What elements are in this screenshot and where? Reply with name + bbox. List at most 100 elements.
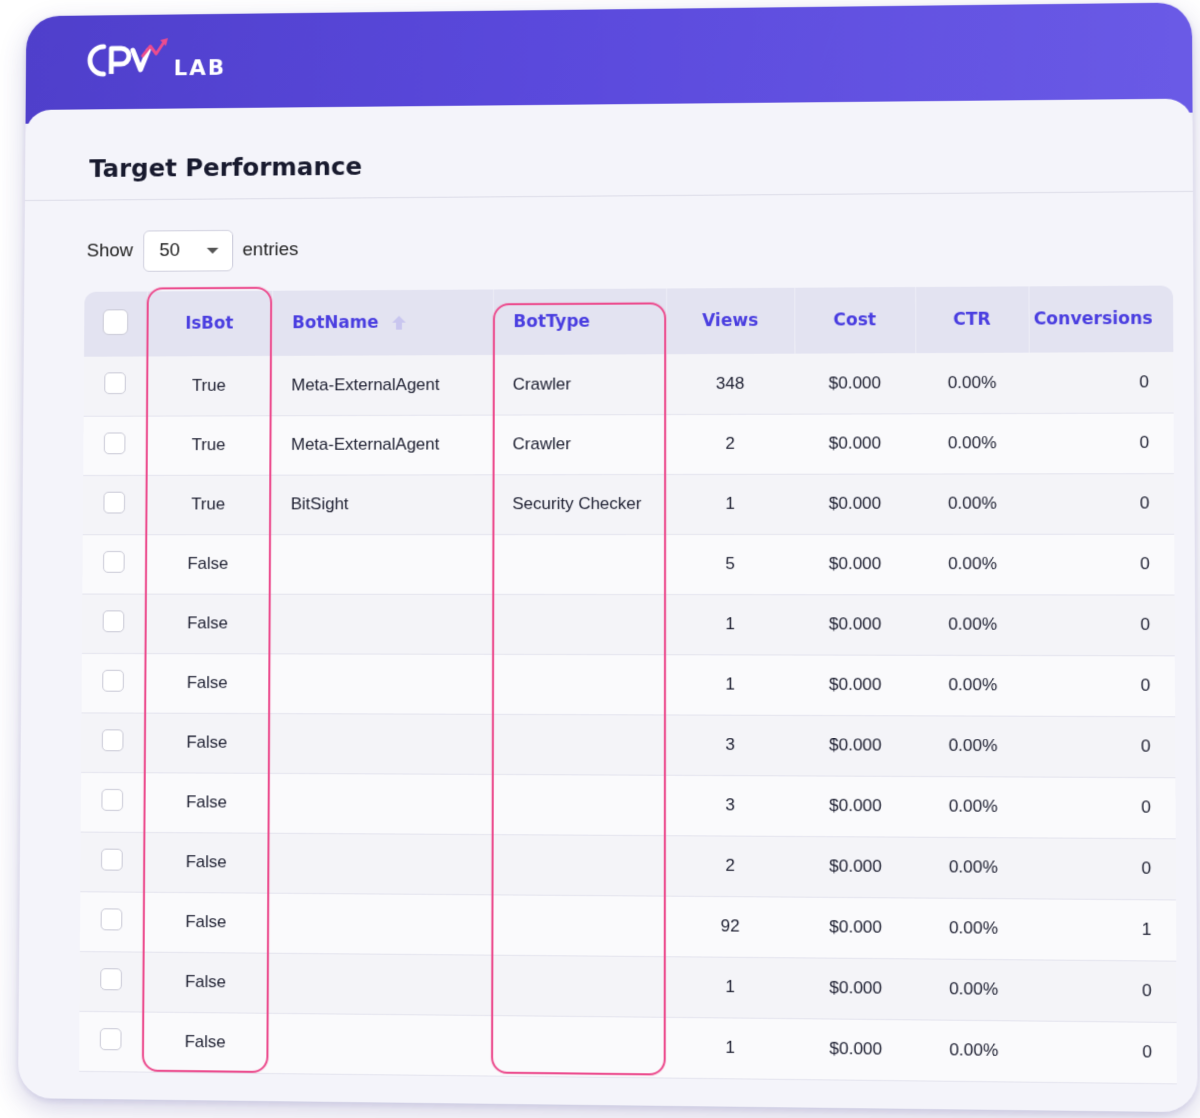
cell-bottype bbox=[492, 593, 666, 655]
column-header-ctr[interactable]: CTR bbox=[915, 286, 1029, 354]
row-checkbox[interactable] bbox=[100, 907, 123, 930]
screenshot-stage: LAB Target Performance Show 50 entries I… bbox=[0, 0, 1200, 1118]
table-row[interactable]: False 1 $0.000 0.00% 0 bbox=[81, 593, 1175, 656]
cell-bottype: Security Checker bbox=[492, 473, 667, 535]
cell-conversions: 0 bbox=[1029, 533, 1175, 595]
table-row[interactable]: True Meta-ExternalAgent Crawler 348 $0.000 0.… bbox=[83, 352, 1174, 416]
cell-views: 2 bbox=[666, 413, 795, 474]
cell-bottype bbox=[491, 713, 666, 775]
row-checkbox[interactable] bbox=[103, 550, 125, 573]
row-checkbox[interactable] bbox=[102, 609, 125, 632]
row-select-cell bbox=[79, 951, 143, 1012]
table-row[interactable]: False 1 $0.000 0.00% 0 bbox=[81, 652, 1176, 717]
table-row[interactable]: True Meta-ExternalAgent Crawler 2 $0.000 0.00… bbox=[83, 412, 1174, 476]
cell-conversions: 0 bbox=[1029, 473, 1175, 534]
cell-botname bbox=[269, 772, 492, 835]
table-row[interactable]: True BitSight Security Checker 1 $0.000 0.00%… bbox=[82, 473, 1175, 535]
cell-cost: $0.000 bbox=[794, 594, 916, 655]
table-row[interactable]: False 1 $0.000 0.00% 0 bbox=[79, 1010, 1177, 1084]
row-checkbox[interactable] bbox=[104, 372, 126, 395]
cell-views: 1 bbox=[665, 1016, 795, 1080]
cell-ctr: 0.00% bbox=[915, 352, 1029, 414]
cell-bottype: Crawler bbox=[492, 354, 667, 415]
column-header-botname[interactable]: BotName bbox=[271, 289, 494, 356]
row-select-cell bbox=[82, 474, 146, 535]
cell-isbot: False bbox=[143, 831, 270, 893]
table-row[interactable]: False 2 $0.000 0.00% 0 bbox=[80, 831, 1176, 900]
select-all-checkbox[interactable] bbox=[102, 308, 128, 335]
cell-conversions: 0 bbox=[1029, 594, 1175, 656]
cell-bottype bbox=[491, 653, 666, 715]
cell-cost: $0.000 bbox=[794, 714, 917, 776]
cell-bottype bbox=[491, 1015, 666, 1078]
row-select-cell bbox=[80, 831, 144, 892]
entries-per-page-value: 50 bbox=[159, 240, 181, 261]
table-row[interactable]: False 92 $0.000 0.00% 1 bbox=[79, 891, 1177, 961]
cell-cost: $0.000 bbox=[794, 835, 917, 898]
cell-views: 1 bbox=[665, 594, 795, 655]
cell-conversions: 0 bbox=[1029, 715, 1176, 778]
row-select-cell bbox=[79, 1010, 143, 1072]
cell-views: 1 bbox=[666, 473, 795, 534]
cell-cost: $0.000 bbox=[794, 353, 916, 414]
cell-conversions: 0 bbox=[1030, 1020, 1177, 1084]
column-header-bottype[interactable]: BotType bbox=[492, 288, 667, 355]
row-select-cell bbox=[83, 356, 147, 416]
cell-isbot: True bbox=[145, 415, 272, 475]
column-header-isbot[interactable]: IsBot bbox=[146, 290, 273, 357]
table-body: True Meta-ExternalAgent Crawler 348 $0.000 0.… bbox=[79, 352, 1177, 1084]
cell-isbot: False bbox=[143, 712, 271, 773]
column-header-conversions[interactable]: Conversions bbox=[1028, 285, 1174, 353]
cell-views: 2 bbox=[665, 835, 795, 897]
length-prefix-label: Show bbox=[86, 240, 134, 262]
column-header-cost[interactable]: Cost bbox=[794, 287, 916, 354]
table-row[interactable]: False 1 $0.000 0.00% 0 bbox=[79, 951, 1177, 1022]
cell-views: 5 bbox=[665, 533, 795, 595]
arrow-up-icon bbox=[392, 315, 407, 330]
row-checkbox[interactable] bbox=[99, 1027, 122, 1050]
cell-botname bbox=[268, 952, 492, 1016]
row-select-cell bbox=[79, 891, 144, 952]
row-checkbox[interactable] bbox=[101, 728, 124, 751]
cell-conversions: 0 bbox=[1030, 959, 1177, 1022]
cell-cost: $0.000 bbox=[794, 473, 916, 534]
cell-views: 1 bbox=[665, 956, 795, 1019]
table-row[interactable]: False 3 $0.000 0.00% 0 bbox=[80, 771, 1176, 839]
cell-cost: $0.000 bbox=[794, 1018, 917, 1081]
cell-views: 92 bbox=[665, 895, 795, 958]
cell-bottype bbox=[491, 834, 666, 896]
cell-botname: Meta-ExternalAgent bbox=[271, 354, 493, 416]
app-window: LAB Target Performance Show 50 entries I… bbox=[18, 2, 1198, 1113]
cell-cost: $0.000 bbox=[794, 654, 917, 716]
table-header-row: IsBot BotName BotType Views Cost CTR Con… bbox=[84, 285, 1174, 357]
cell-ctr: 0.00% bbox=[916, 836, 1031, 899]
cell-conversions: 0 bbox=[1030, 776, 1176, 839]
brand-logo[interactable]: LAB bbox=[82, 35, 226, 84]
cell-botname bbox=[270, 653, 493, 714]
cell-botname: Meta-ExternalAgent bbox=[271, 414, 493, 475]
cell-ctr: 0.00% bbox=[915, 594, 1030, 656]
row-checkbox[interactable] bbox=[102, 669, 124, 692]
row-checkbox[interactable] bbox=[101, 788, 124, 811]
cell-botname bbox=[270, 593, 493, 654]
cell-bottype bbox=[492, 533, 667, 595]
cell-views: 3 bbox=[665, 714, 795, 776]
row-select-cell bbox=[80, 771, 144, 832]
row-checkbox[interactable] bbox=[100, 967, 122, 990]
column-header-views[interactable]: Views bbox=[666, 287, 795, 355]
row-checkbox[interactable] bbox=[103, 491, 126, 513]
row-select-cell bbox=[83, 415, 147, 476]
table-row[interactable]: False 3 $0.000 0.00% 0 bbox=[81, 712, 1176, 778]
cell-ctr: 0.00% bbox=[916, 1019, 1032, 1082]
cell-conversions: 0 bbox=[1030, 837, 1176, 900]
entries-per-page-select[interactable]: 50 bbox=[142, 229, 233, 272]
table-row[interactable]: False 5 $0.000 0.00% 0 bbox=[82, 533, 1175, 595]
row-checkbox[interactable] bbox=[101, 848, 123, 871]
row-select-cell bbox=[82, 534, 146, 594]
cell-bottype bbox=[491, 954, 666, 1017]
row-checkbox[interactable] bbox=[103, 431, 126, 454]
cell-conversions: 0 bbox=[1029, 655, 1176, 717]
cell-conversions: 0 bbox=[1028, 412, 1174, 474]
cell-ctr: 0.00% bbox=[915, 654, 1030, 716]
cell-ctr: 0.00% bbox=[916, 897, 1031, 960]
